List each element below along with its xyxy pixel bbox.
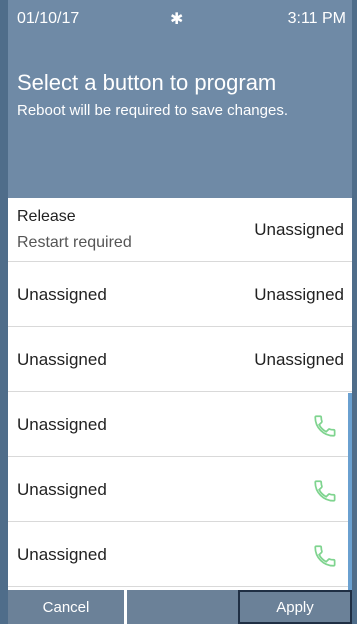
list-item-value: Unassigned xyxy=(254,220,344,239)
status-bar: 01/10/17 ✱ 3:11 PM xyxy=(8,0,352,36)
scrollbar[interactable] xyxy=(348,393,352,590)
button-list: Release Restart required Unassigned Unas… xyxy=(8,198,352,590)
frame-right-edge xyxy=(352,0,357,624)
list-item-value: Unassigned xyxy=(254,350,344,369)
list-item[interactable]: Unassigned Unassigned xyxy=(8,328,352,392)
list-item-label: Unassigned xyxy=(17,480,107,499)
status-date: 01/10/17 xyxy=(17,10,80,27)
device-frame: 01/10/17 ✱ 3:11 PM Select a button to pr… xyxy=(0,0,357,624)
screen: 01/10/17 ✱ 3:11 PM Select a button to pr… xyxy=(8,0,352,624)
list-item-label: Unassigned xyxy=(17,350,107,369)
phone-icon xyxy=(314,415,336,437)
page-subtitle: Reboot will be required to save changes. xyxy=(17,102,288,119)
list-item[interactable]: Release Restart required Unassigned xyxy=(8,198,352,262)
list-item[interactable]: Unassigned xyxy=(8,458,352,522)
frame-left-edge xyxy=(0,0,8,624)
page-title: Select a button to program xyxy=(17,70,277,95)
phone-icon xyxy=(314,480,336,502)
bluetooth-icon: ✱ xyxy=(170,11,184,28)
cancel-button[interactable]: Cancel xyxy=(8,590,124,624)
list-item[interactable]: Unassigned xyxy=(8,523,352,587)
middle-button[interactable] xyxy=(127,590,239,624)
header: 01/10/17 ✱ 3:11 PM Select a button to pr… xyxy=(8,0,352,198)
list-item-value: Unassigned xyxy=(254,285,344,304)
list-item-sublabel: Restart required xyxy=(17,234,132,251)
phone-icon xyxy=(314,545,336,567)
list-item-label: Release xyxy=(17,208,76,225)
footer: Cancel Apply xyxy=(8,590,352,624)
list-item[interactable]: Unassigned xyxy=(8,393,352,457)
list-item-label: Unassigned xyxy=(17,545,107,564)
list-item-label: Unassigned xyxy=(17,285,107,304)
apply-button[interactable]: Apply xyxy=(238,590,352,624)
status-time: 3:11 PM xyxy=(287,10,346,27)
list-item[interactable]: Unassigned Unassigned xyxy=(8,263,352,327)
list-item-label: Unassigned xyxy=(17,415,107,434)
